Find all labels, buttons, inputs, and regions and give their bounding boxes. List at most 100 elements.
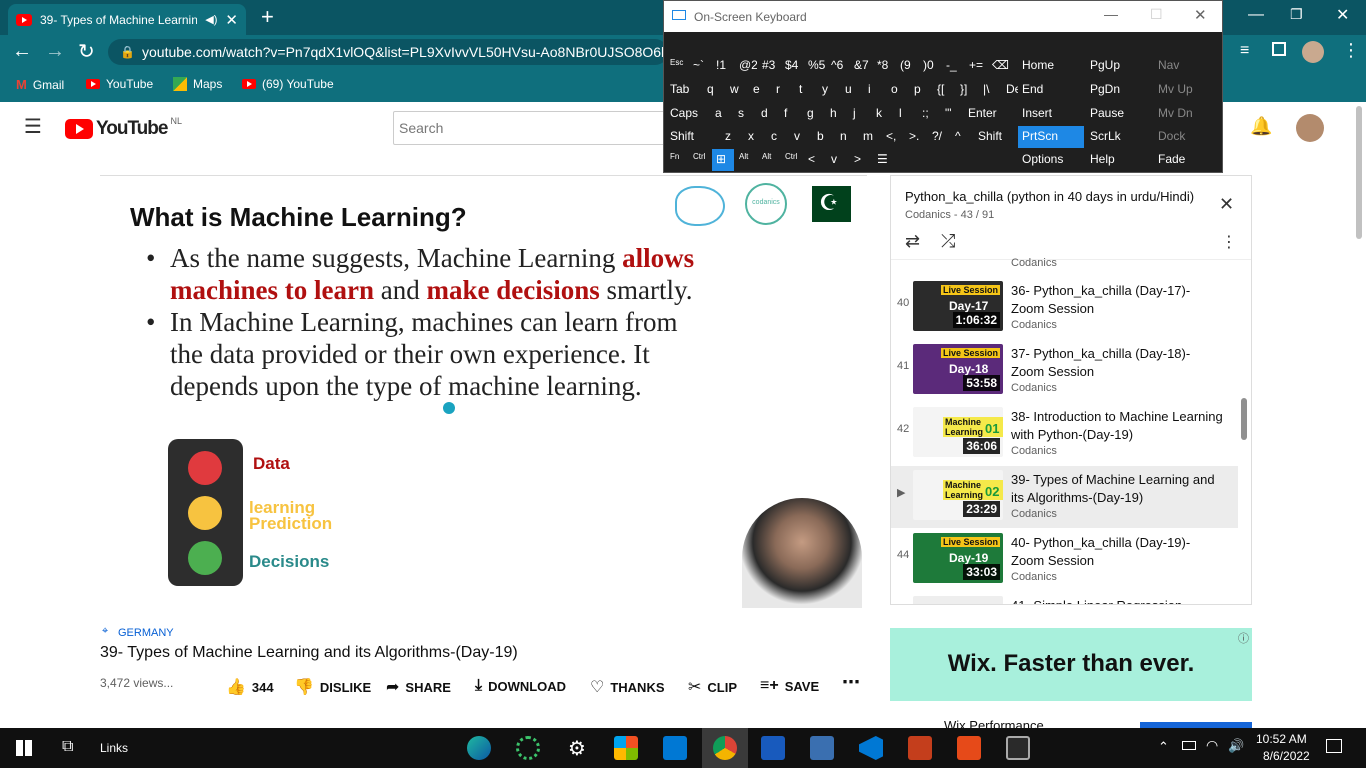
osk-key[interactable]: <	[804, 149, 826, 171]
osk-key[interactable]: Fn	[666, 149, 688, 171]
osk-key[interactable]: Alt	[735, 149, 757, 171]
osk-key[interactable]: PrtScn	[1018, 126, 1084, 148]
osk-key[interactable]: "'	[941, 103, 963, 125]
osk-key[interactable]: h	[826, 103, 848, 125]
osk-key[interactable]: ^6	[827, 55, 849, 77]
settings-icon[interactable]: ⚙	[565, 736, 589, 760]
tray-chevron-icon[interactable]: ⌃	[1158, 739, 1169, 755]
osk-key[interactable]: }]	[956, 79, 978, 101]
osk-key[interactable]: ^	[951, 126, 973, 148]
osk-key[interactable]: x	[744, 126, 766, 148]
address-bar[interactable]: 🔒 youtube.com/watch?v=Pn7qdX1vlOQ&list=P…	[108, 39, 668, 65]
spinner-app-icon[interactable]	[516, 736, 540, 760]
osk-maximize-icon[interactable]: ☐	[1150, 6, 1163, 23]
osk-key[interactable]: s	[734, 103, 756, 125]
osk-key[interactable]: e	[749, 79, 771, 101]
osk-key[interactable]: v	[790, 126, 812, 148]
osk-key[interactable]: k	[872, 103, 894, 125]
side-panel-icon[interactable]	[1272, 42, 1286, 56]
restore-icon[interactable]: ❐	[1290, 6, 1303, 23]
osk-key[interactable]: d	[757, 103, 779, 125]
osk-key[interactable]: Insert	[1018, 103, 1084, 125]
edge-icon[interactable]	[467, 736, 491, 760]
osk-key[interactable]: -_	[942, 55, 964, 77]
volume-icon[interactable]: 🔊	[1228, 738, 1244, 754]
chrome-icon[interactable]	[713, 736, 737, 760]
osk-key[interactable]: :;	[918, 103, 940, 125]
like-button[interactable]: 👍 344	[226, 677, 274, 697]
notifications-icon[interactable]: 🔔	[1250, 116, 1272, 137]
osk-taskbar-icon[interactable]	[1006, 736, 1030, 760]
mail-icon[interactable]	[663, 736, 687, 760]
osk-key[interactable]: Shift	[666, 126, 720, 148]
osk-key[interactable]: t	[795, 79, 817, 101]
osk-key[interactable]: Mv Up	[1154, 79, 1220, 101]
osk-key[interactable]: Esc	[666, 55, 688, 77]
osk-key[interactable]: |\	[979, 79, 1001, 101]
osk-key[interactable]: Dock	[1154, 126, 1220, 148]
playlist-item[interactable]: 41 Live Session Day-18 53:58 37- Python_…	[891, 340, 1251, 402]
user-avatar[interactable]	[1296, 114, 1324, 142]
clip-button[interactable]: ✂ CLIP	[688, 677, 737, 697]
search-input[interactable]: Search	[393, 111, 693, 145]
loop-icon[interactable]: ⇄	[905, 231, 920, 252]
osk-key[interactable]: z	[721, 126, 743, 148]
profile-avatar[interactable]	[1302, 41, 1324, 63]
clock-date[interactable]: 8/6/2022	[1263, 749, 1310, 763]
osk-key[interactable]: l	[895, 103, 917, 125]
playlist-item-current[interactable]: ▶ Machine Learning 02 23:29 39- Types of…	[891, 466, 1238, 528]
osk-key[interactable]: Mv Dn	[1154, 103, 1220, 125]
osk-minimize-icon[interactable]: —	[1104, 6, 1118, 22]
osk-key[interactable]: @2	[735, 55, 757, 77]
osk-key[interactable]: End	[1018, 79, 1084, 101]
osk-key[interactable]: *8	[873, 55, 895, 77]
video-location[interactable]: GERMANY	[118, 627, 174, 639]
osk-key[interactable]: )0	[919, 55, 941, 77]
osk-key[interactable]: #3	[758, 55, 780, 77]
osk-key[interactable]: o	[887, 79, 909, 101]
osk-key[interactable]: w	[726, 79, 748, 101]
osk-key[interactable]: Alt	[758, 149, 780, 171]
playlist-item[interactable]: 40 Live Session Day-17 1:06:32 36- Pytho…	[891, 277, 1251, 339]
youtube-logo[interactable]: YouTube NL	[65, 116, 182, 140]
osk-key[interactable]: PgDn	[1086, 79, 1152, 101]
minimize-icon[interactable]: —	[1248, 6, 1264, 24]
osk-key[interactable]: q	[703, 79, 725, 101]
osk-key[interactable]: n	[836, 126, 858, 148]
reload-icon[interactable]: ↻	[78, 39, 95, 64]
close-playlist-icon[interactable]: ✕	[1219, 194, 1234, 215]
osk-key[interactable]: Nav	[1154, 55, 1220, 77]
osk-key[interactable]: Enter	[964, 103, 1018, 125]
back-icon[interactable]: ←	[12, 40, 32, 63]
download-button[interactable]: ⤓ DOWNLOAD	[475, 677, 566, 695]
osk-key[interactable]: ~`	[689, 55, 711, 77]
playlist-item[interactable]: 42 Machine Learning 01 36:06 38- Introdu…	[891, 403, 1251, 465]
playlist-icon[interactable]: ≡	[1240, 42, 1249, 60]
osk-key[interactable]: p	[910, 79, 932, 101]
osk-key[interactable]: v	[827, 149, 849, 171]
more-actions-icon[interactable]: ⋯	[842, 672, 860, 693]
playlist-item[interactable]: 41- Simple Linear Regression	[891, 592, 1251, 604]
forward-icon[interactable]: →	[45, 40, 65, 63]
osk-key[interactable]: g	[803, 103, 825, 125]
bookmark-youtube[interactable]: YouTube	[86, 77, 153, 91]
osk-key[interactable]: Options	[1018, 149, 1084, 171]
osk-key[interactable]: >	[850, 149, 872, 171]
osk-key[interactable]: (9	[896, 55, 918, 77]
video-player[interactable]: What is Machine Learning? codanics ☪ • A…	[100, 175, 867, 608]
office-icon[interactable]	[957, 736, 981, 760]
osk-key[interactable]: &7	[850, 55, 872, 77]
bookmark-gmail[interactable]: M Gmail	[16, 77, 64, 92]
links-toolbar[interactable]: Links	[100, 741, 128, 755]
browser-tab[interactable]: 39- Types of Machine Learning ◀) ✕	[8, 4, 246, 35]
vscode-icon[interactable]	[859, 736, 883, 760]
osk-key[interactable]: Ctrl	[781, 149, 803, 171]
devcpp-icon[interactable]	[810, 736, 834, 760]
osk-key[interactable]: f	[780, 103, 802, 125]
osk-key[interactable]: c	[767, 126, 789, 148]
osk-key[interactable]: m	[859, 126, 881, 148]
clock-time[interactable]: 10:52 AM	[1256, 732, 1307, 746]
osk-key[interactable]: Ctrl	[689, 149, 711, 171]
osk-key[interactable]: >.	[905, 126, 927, 148]
osk-key[interactable]: Home	[1018, 55, 1084, 77]
